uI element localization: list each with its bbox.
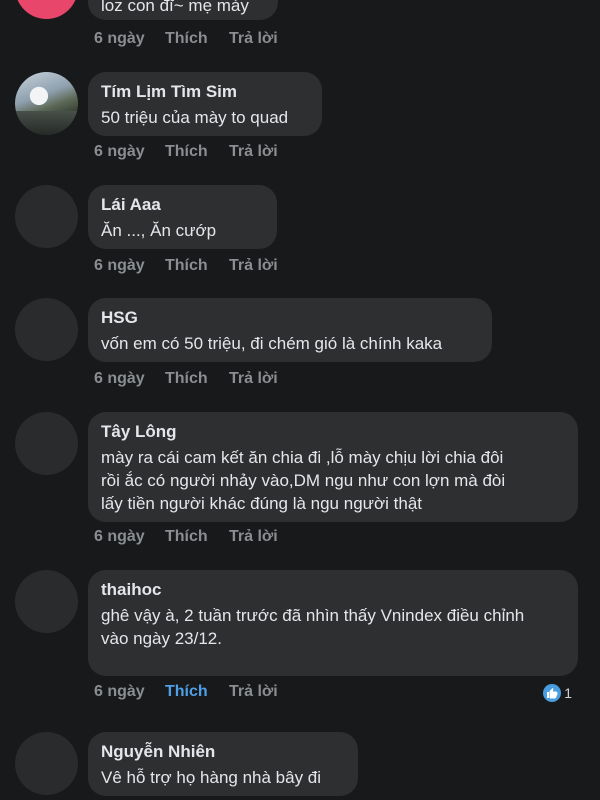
comment-bubble: Tím Lịm Tìm Sim 50 triệu của mày to quad bbox=[88, 72, 322, 136]
like-button[interactable]: Thích bbox=[165, 370, 208, 388]
like-button[interactable]: Thích bbox=[165, 143, 208, 161]
comment-text-line: mày ra cái cam kết ăn chia đi ,lỗ mày ch… bbox=[101, 448, 504, 467]
like-button[interactable]: Thích bbox=[165, 528, 208, 546]
comment-time[interactable]: 6 ngày bbox=[94, 143, 145, 161]
reply-button[interactable]: Trả lời bbox=[229, 257, 278, 275]
reply-button[interactable]: Trả lời bbox=[229, 143, 278, 161]
comment-author[interactable]: HSG bbox=[101, 307, 478, 329]
comment-bubble: loz con đĩ~ mẹ mày bbox=[88, 0, 278, 20]
like-button[interactable]: Thích bbox=[165, 257, 208, 275]
avatar[interactable] bbox=[15, 570, 78, 633]
thumbs-up-icon bbox=[543, 684, 562, 702]
comment-author[interactable]: Tây Lông bbox=[101, 421, 564, 443]
avatar[interactable] bbox=[15, 732, 78, 795]
reaction-count: 1 bbox=[564, 685, 572, 701]
comment-author[interactable]: Nguyễn Nhiên bbox=[101, 741, 344, 763]
comment-bubble: Lái Aaa Ăn ..., Ăn cướp bbox=[88, 185, 277, 249]
comment-text-line: lấy tiền người khác đúng là ngu người th… bbox=[101, 494, 423, 513]
avatar[interactable] bbox=[15, 185, 78, 248]
reply-button[interactable]: Trả lời bbox=[229, 528, 278, 546]
comment-author[interactable]: Lái Aaa bbox=[101, 194, 263, 216]
avatar[interactable] bbox=[15, 72, 78, 135]
avatar[interactable] bbox=[15, 412, 78, 475]
reply-button[interactable]: Trả lời bbox=[229, 370, 278, 388]
comment-bubble: thaihoc ghê vậy à, 2 tuần trước đã nhìn … bbox=[88, 570, 578, 676]
comment-text-line: ghê vậy à, 2 tuần trước đã nhìn thấy Vni… bbox=[101, 606, 525, 625]
comment-bubble: HSG vốn em có 50 triệu, đi chém gió là c… bbox=[88, 298, 492, 362]
comment-time[interactable]: 6 ngày bbox=[94, 30, 145, 48]
comment-text: ghê vậy à, 2 tuần trước đã nhìn thấy Vni… bbox=[101, 604, 564, 650]
comment-author[interactable]: thaihoc bbox=[101, 579, 564, 601]
comment-text: Vê hỗ trợ họ hàng nhà bây đi bbox=[101, 768, 322, 787]
comment-text: loz con đĩ~ mẹ mày bbox=[101, 0, 249, 15]
comment-text: 50 triệu của mày to quad bbox=[101, 108, 289, 127]
comment-author[interactable]: Tím Lịm Tìm Sim bbox=[101, 81, 308, 103]
reaction-summary[interactable]: 1 bbox=[543, 684, 572, 702]
avatar[interactable] bbox=[15, 298, 78, 361]
comment-bubble: Nguyễn Nhiên Vê hỗ trợ họ hàng nhà bây đ… bbox=[88, 732, 358, 796]
comment-bubble: Tây Lông mày ra cái cam kết ăn chia đi ,… bbox=[88, 412, 578, 522]
comment-time[interactable]: 6 ngày bbox=[94, 528, 145, 546]
comment-text: Ăn ..., Ăn cướp bbox=[101, 221, 217, 240]
like-button[interactable]: Thích bbox=[165, 683, 208, 701]
comment-text-line: rồi ắc có người nhảy vào,DM ngu như con … bbox=[101, 471, 506, 490]
like-button[interactable]: Thích bbox=[165, 30, 208, 48]
comment-text: vốn em có 50 triệu, đi chém gió là chính… bbox=[101, 334, 443, 353]
comment-time[interactable]: 6 ngày bbox=[94, 257, 145, 275]
comment-time[interactable]: 6 ngày bbox=[94, 370, 145, 388]
avatar[interactable] bbox=[15, 0, 78, 19]
comment-text-line: vào ngày 23/12. bbox=[101, 629, 222, 648]
reply-button[interactable]: Trả lời bbox=[229, 30, 278, 48]
comment-time[interactable]: 6 ngày bbox=[94, 683, 145, 701]
comment-text: mày ra cái cam kết ăn chia đi ,lỗ mày ch… bbox=[101, 446, 564, 515]
reply-button[interactable]: Trả lời bbox=[229, 683, 278, 701]
